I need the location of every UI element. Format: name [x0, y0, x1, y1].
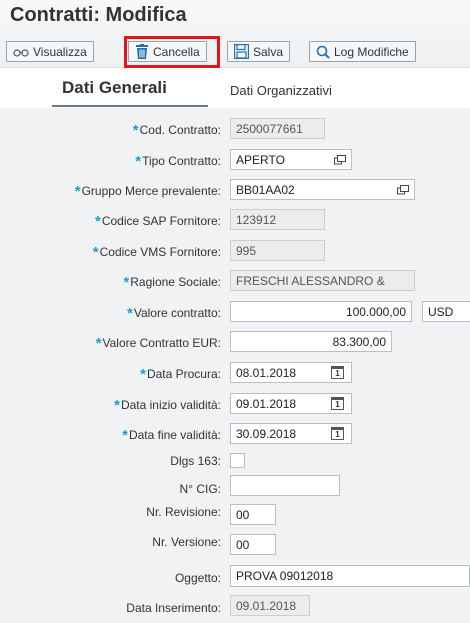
- value-help-icon[interactable]: [334, 155, 346, 165]
- codice-vms-field: 995: [230, 240, 325, 261]
- glasses-icon: [13, 48, 29, 57]
- valore-contratto-field[interactable]: 100.000,00: [230, 301, 412, 322]
- required-marker: *: [126, 305, 133, 322]
- required-marker: *: [92, 244, 99, 261]
- log-modifiche-label: Log Modifiche: [334, 44, 409, 59]
- cig-field[interactable]: [230, 475, 340, 496]
- required-marker: *: [132, 122, 139, 139]
- tab-dati-organizzativi[interactable]: Dati Organizzativi: [230, 83, 332, 98]
- header-bar: Contratti: Modifica Visualizza Cancella …: [0, 0, 470, 68]
- required-marker: *: [123, 274, 130, 291]
- data-procura-label: *Data Procura:: [140, 366, 221, 383]
- tab-strip: Dati Generali Dati Organizzativi: [0, 71, 470, 107]
- valore-contratto-label: *Valore contratto:: [126, 305, 221, 322]
- dlgs-163-label: Dlgs 163:: [170, 454, 221, 468]
- versione-field[interactable]: 00: [230, 534, 276, 555]
- cancella-highlight-box: [124, 36, 220, 68]
- valore-eur-label: *Valore Contratto EUR:: [95, 335, 221, 352]
- versione-label: Nr. Versione:: [152, 535, 221, 549]
- salva-button[interactable]: Salva: [227, 41, 291, 62]
- codice-sap-label: *Codice SAP Fornitore:: [94, 213, 221, 230]
- codice-sap-field: 123912: [230, 209, 325, 230]
- required-marker: *: [140, 366, 146, 383]
- required-marker: *: [95, 335, 102, 352]
- calendar-icon[interactable]: 1: [331, 427, 344, 440]
- search-icon: [316, 45, 330, 59]
- required-marker: *: [114, 397, 120, 414]
- salva-label: Salva: [253, 44, 284, 59]
- value-help-icon[interactable]: [397, 185, 409, 195]
- visualizza-button[interactable]: Visualizza: [6, 41, 94, 62]
- required-marker: *: [74, 183, 81, 200]
- data-inserimento-field: 09.01.2018: [230, 595, 310, 616]
- save-icon: [234, 44, 249, 59]
- cod-contratto-label: *Cod. Contratto:: [132, 122, 221, 139]
- required-marker: *: [135, 153, 142, 170]
- required-marker: *: [94, 213, 101, 230]
- log-modifiche-button[interactable]: Log Modifiche: [309, 41, 416, 62]
- currency-field[interactable]: USD: [422, 301, 470, 322]
- codice-vms-label: *Codice VMS Fornitore:: [92, 244, 221, 261]
- revisione-label: Nr. Revisione:: [146, 505, 221, 519]
- visualizza-label: Visualizza: [33, 44, 87, 59]
- page-title: Contratti: Modifica: [10, 4, 187, 26]
- cod-contratto-field: 2500077661: [230, 118, 325, 139]
- valore-eur-field[interactable]: 83.300,00: [230, 331, 392, 352]
- data-inserimento-label: Data Inserimento:: [126, 601, 221, 615]
- active-tab-indicator: [52, 105, 208, 107]
- oggetto-label: Oggetto:: [174, 571, 221, 585]
- calendar-icon[interactable]: 1: [331, 397, 344, 410]
- revisione-field[interactable]: 00: [230, 504, 276, 525]
- dlgs-163-checkbox[interactable]: [230, 453, 245, 468]
- ragione-sociale-label: *Ragione Sociale:: [123, 274, 221, 291]
- required-marker: *: [122, 427, 128, 444]
- data-inizio-label: *Data inizio validità:: [114, 397, 221, 414]
- gruppo-merce-label: *Gruppo Merce prevalente:: [74, 183, 221, 200]
- calendar-icon[interactable]: 1: [331, 366, 344, 379]
- data-fine-label: *Data fine validità:: [122, 427, 221, 444]
- ragione-sociale-field: FRESCHI ALESSANDRO &: [230, 270, 415, 291]
- cig-label: N° CIG:: [179, 482, 221, 496]
- oggetto-field[interactable]: PROVA 09012018: [230, 565, 470, 587]
- gruppo-merce-field[interactable]: BB01AA02: [230, 179, 415, 200]
- tipo-contratto-label: *Tipo Contratto:: [135, 153, 221, 170]
- tab-dati-generali[interactable]: Dati Generali: [62, 78, 167, 98]
